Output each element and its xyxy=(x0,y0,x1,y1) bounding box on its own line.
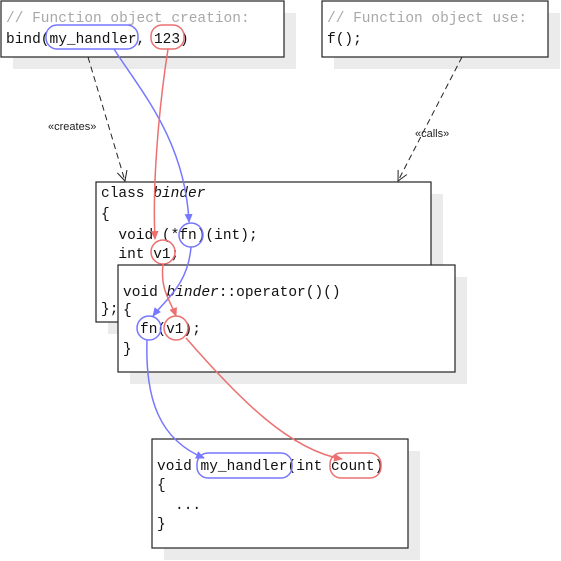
v1-member: int v1; xyxy=(101,247,179,263)
bind-call: bind(my_handler, 123) xyxy=(6,32,189,48)
operator-header: void binder::operator()() xyxy=(123,285,341,301)
handler-box: void my_handler(int count) { ... } xyxy=(151,438,409,549)
class-header: class binder xyxy=(101,186,206,202)
use-box: // Function object use: f(); xyxy=(321,0,549,58)
fn-call: fn(v1); xyxy=(140,322,201,338)
use-comment: // Function object use: xyxy=(327,11,527,27)
calls-label: «calls» xyxy=(415,128,449,140)
brace: }; xyxy=(101,302,118,318)
brace: } xyxy=(123,342,132,358)
handler-signature: void my_handler(int count) xyxy=(157,459,383,475)
creates-label: «creates» xyxy=(48,121,96,133)
brace: { xyxy=(101,207,110,223)
creation-box: // Function object creation: bind(my_han… xyxy=(0,0,285,58)
use-call: f(); xyxy=(327,32,362,48)
diagram: // Function object creation: bind(my_han… xyxy=(0,0,560,560)
brace: { xyxy=(123,303,132,319)
creates-arrow xyxy=(87,56,125,181)
calls-arrow xyxy=(398,56,463,181)
brace: } xyxy=(157,517,166,533)
brace: { xyxy=(157,478,166,494)
handler-body: ... xyxy=(175,498,201,514)
